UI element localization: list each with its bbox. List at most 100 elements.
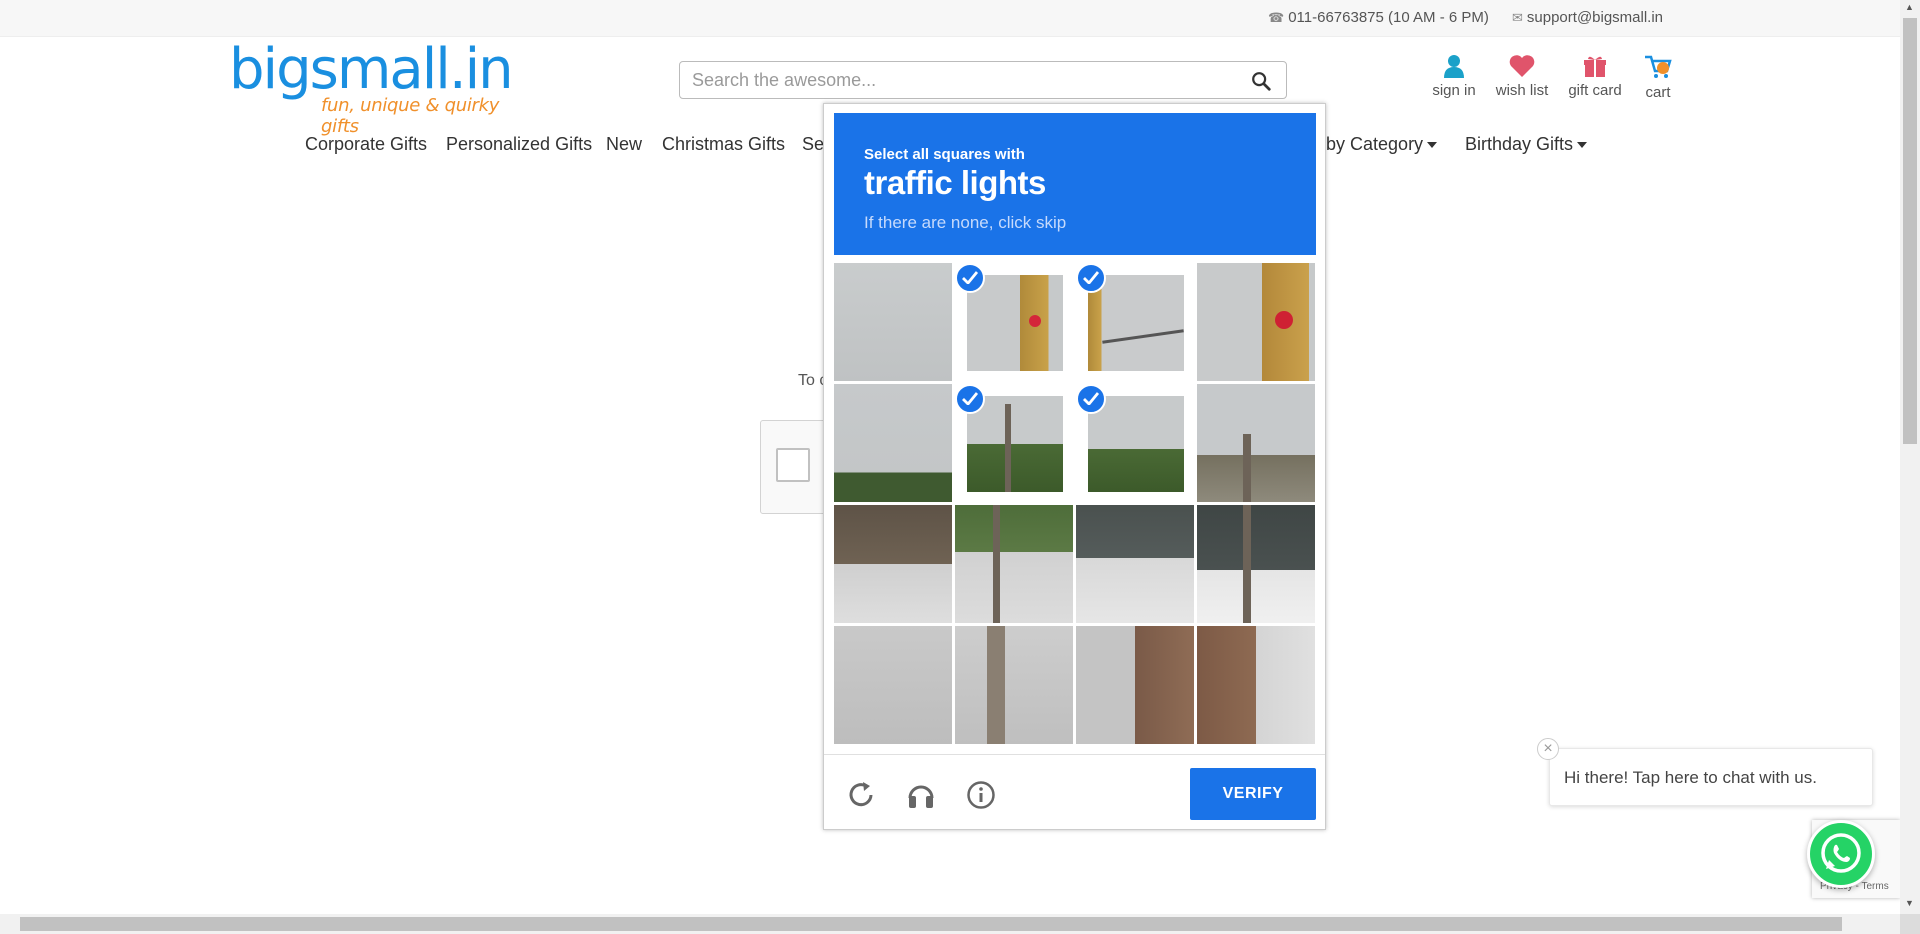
tile-image: [1197, 384, 1315, 502]
instruction-line: Select all squares with: [864, 146, 1025, 163]
user-icon: [1444, 55, 1464, 78]
traffic-light-icon: [1275, 311, 1293, 329]
captcha-tile-selected[interactable]: [955, 263, 1073, 381]
top-contact-bar: ☎ 011-66763875 (10 AM - 6 PM) ✉ support@…: [0, 0, 1900, 37]
nav-new[interactable]: New: [606, 134, 642, 155]
headphones-icon[interactable]: [906, 780, 936, 810]
tile-image: [1088, 396, 1184, 492]
info-icon[interactable]: [966, 780, 996, 810]
chat-message: Hi there! Tap here to chat with us.: [1564, 768, 1817, 787]
captcha-tile-selected[interactable]: [1076, 263, 1194, 381]
tile-image: [1076, 505, 1194, 623]
search-input[interactable]: [692, 62, 1232, 98]
traffic-light-icon: [1029, 315, 1041, 327]
scroll-up-icon[interactable]: ▲: [1905, 2, 1914, 12]
tile-image: [834, 263, 952, 381]
tile-image: [955, 626, 1073, 744]
search-box: [679, 61, 1287, 99]
phone-number: 011-66763875 (10 AM - 6 PM): [1288, 9, 1489, 26]
captcha-image-grid: [834, 263, 1316, 745]
instruction-skip-hint: If there are none, click skip: [864, 213, 1067, 232]
utility-pole: [993, 505, 1000, 623]
captcha-tile[interactable]: [1197, 263, 1315, 381]
recaptcha-checkbox[interactable]: [776, 448, 810, 482]
captcha-tile[interactable]: [1197, 384, 1315, 502]
captcha-instructions: Select all squares with traffic lights I…: [834, 113, 1316, 255]
utility-pole: [987, 626, 1005, 744]
instruction-target: traffic lights: [864, 164, 1046, 201]
vertical-scrollbar[interactable]: ▲ ▼: [1900, 0, 1920, 914]
tile-image: [1076, 626, 1194, 744]
scroll-down-icon[interactable]: ▼: [1905, 898, 1914, 908]
tile-image: [967, 275, 1063, 371]
captcha-tile[interactable]: [1076, 505, 1194, 623]
search-icon[interactable]: [1250, 70, 1272, 92]
logo-text: bigsmall.in: [229, 37, 514, 102]
horizontal-scroll-thumb[interactable]: [20, 917, 1842, 931]
tile-image: [955, 505, 1073, 623]
nav-personalized-gifts[interactable]: Personalized Gifts: [446, 134, 592, 155]
nav-birthday-gifts[interactable]: Birthday Gifts: [1465, 134, 1588, 155]
logo-tagline: fun, unique & quirky gifts: [321, 95, 500, 137]
captcha-tile[interactable]: [834, 626, 952, 744]
utility-pole: [1243, 505, 1251, 623]
whatsapp-chat-button[interactable]: [1807, 820, 1875, 888]
reload-icon[interactable]: [846, 780, 876, 810]
phone-contact: ☎ 011-66763875 (10 AM - 6 PM): [1268, 9, 1489, 26]
wire-line: [1102, 329, 1184, 344]
chevron-down-icon: [1577, 142, 1588, 149]
cart-link[interactable]: cart: [1618, 54, 1698, 101]
gift-card-label: gift card: [1568, 82, 1622, 99]
cart-icon: [1645, 55, 1672, 78]
vertical-scroll-thumb[interactable]: [1903, 18, 1917, 444]
captcha-tile[interactable]: [1197, 505, 1315, 623]
email-contact[interactable]: ✉ support@bigsmall.in: [1512, 9, 1663, 26]
chevron-down-icon: [1427, 142, 1438, 149]
close-icon[interactable]: ×: [1537, 738, 1559, 760]
support-email[interactable]: support@bigsmall.in: [1527, 9, 1663, 26]
captcha-tile[interactable]: [834, 505, 952, 623]
nav-christmas-gifts[interactable]: Christmas Gifts: [662, 134, 785, 155]
utility-pole: [1243, 434, 1251, 502]
phone-icon: ☎: [1268, 9, 1285, 25]
captcha-tile-selected[interactable]: [1076, 384, 1194, 502]
tile-image: [1088, 275, 1184, 371]
tile-image: [967, 396, 1063, 492]
tile-image: [834, 626, 952, 744]
captcha-challenge-dialog: Select all squares with traffic lights I…: [823, 103, 1326, 830]
tile-image: [834, 505, 952, 623]
captcha-tile-selected[interactable]: [955, 384, 1073, 502]
captcha-tile[interactable]: [955, 505, 1073, 623]
envelope-icon: ✉: [1512, 9, 1523, 25]
checkmark-icon: [1076, 384, 1106, 414]
captcha-tile[interactable]: [834, 263, 952, 381]
cart-label: cart: [1645, 84, 1671, 101]
wish-list-label: wish list: [1495, 82, 1549, 99]
horizontal-scrollbar[interactable]: [0, 914, 1900, 934]
site-logo[interactable]: bigsmall.in fun, unique & quirky gifts: [229, 37, 529, 138]
captcha-tile[interactable]: [955, 626, 1073, 744]
wish-list-link[interactable]: wish list: [1482, 54, 1562, 99]
captcha-tile[interactable]: [834, 384, 952, 502]
checkmark-icon: [1076, 263, 1106, 293]
whatsapp-icon: [1821, 833, 1861, 873]
scrollbar-corner: [1900, 914, 1920, 934]
captcha-tile[interactable]: [1197, 626, 1315, 744]
tile-image: [1197, 263, 1315, 381]
nav-shop-by-category-label: p by Category: [1311, 134, 1424, 154]
tile-image: [1197, 505, 1315, 623]
tile-image: [834, 384, 952, 502]
gift-icon: [1584, 56, 1606, 77]
chat-prompt-bubble[interactable]: Hi there! Tap here to chat with us.: [1549, 748, 1873, 806]
tile-image: [1197, 626, 1315, 744]
nav-shop-by-category[interactable]: p by Category: [1311, 134, 1438, 155]
heart-icon: [1509, 55, 1535, 77]
sign-in-label: sign in: [1432, 82, 1476, 99]
nav-corporate-gifts[interactable]: Corporate Gifts: [305, 134, 427, 155]
nav-birthday-gifts-label: Birthday Gifts: [1465, 134, 1574, 154]
checkmark-icon: [955, 263, 985, 293]
checkmark-icon: [955, 384, 985, 414]
utility-pole: [1005, 404, 1011, 492]
verify-button[interactable]: VERIFY: [1190, 768, 1316, 820]
captcha-tile[interactable]: [1076, 626, 1194, 744]
